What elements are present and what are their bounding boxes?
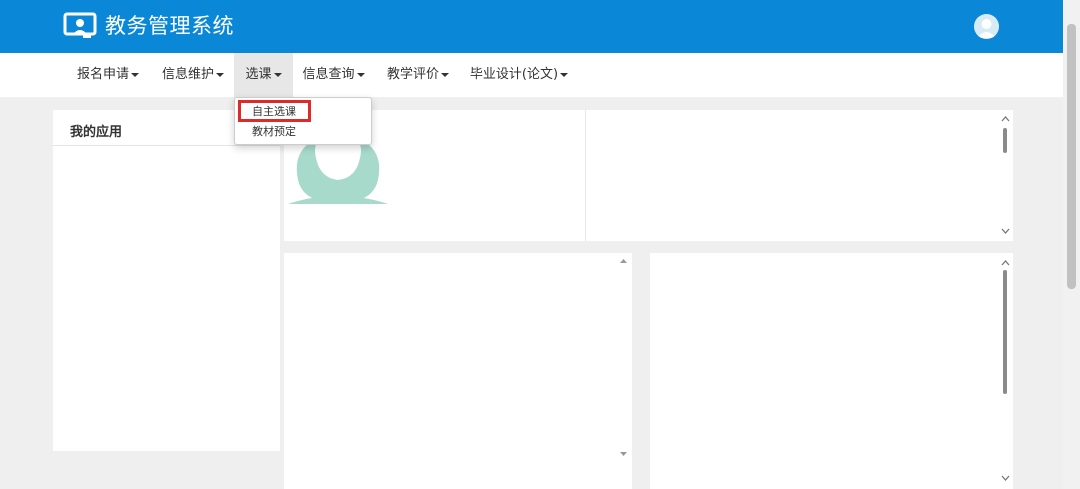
caret-down-icon (131, 72, 139, 77)
content-panel-left (284, 253, 632, 489)
my-apps-panel: 我的应用 (53, 110, 280, 451)
nav-item-registration[interactable]: 报名申请 (64, 53, 152, 97)
my-apps-title: 我的应用 (70, 125, 123, 140)
main-navbar: 报名申请 信息维护 选课 信息查询 教学评价 毕业设计(论文) (0, 53, 1063, 97)
panel-vertical-divider (585, 110, 586, 241)
page-scroll-thumb[interactable] (1067, 24, 1076, 289)
app-header: 教务管理系统 (0, 0, 1063, 53)
scroll-down-icon[interactable] (619, 451, 628, 458)
scroll-up-icon[interactable] (1001, 115, 1010, 122)
user-silhouette-icon (288, 144, 388, 204)
dropdown-item-self-select-course[interactable]: 自主选课 (252, 104, 296, 119)
nav-item-course-selection[interactable]: 选课 (234, 53, 293, 97)
nav-item-info-query[interactable]: 信息查询 (293, 53, 374, 97)
scroll-up-icon[interactable] (619, 257, 628, 264)
nav-item-graduation-design[interactable]: 毕业设计(论文) (462, 53, 576, 97)
scroll-up-icon[interactable] (1001, 259, 1010, 266)
scroll-down-icon[interactable] (1001, 475, 1010, 482)
caret-down-icon (560, 72, 569, 77)
scroll-thumb[interactable] (1003, 128, 1007, 153)
scroll-down-icon[interactable] (1001, 228, 1010, 235)
profile-panel (284, 110, 1013, 241)
profile-scrollbar[interactable] (997, 110, 1013, 241)
content-scrollbar[interactable] (616, 253, 632, 489)
caret-down-icon (441, 72, 449, 77)
course-selection-dropdown: 自主选课 教材预定 (234, 97, 372, 145)
app-title: 教务管理系统 (105, 14, 234, 38)
caret-down-icon (216, 72, 224, 77)
nav-item-info-maintenance[interactable]: 信息维护 (152, 53, 234, 97)
content-panel-right (650, 253, 1013, 489)
user-avatar-icon[interactable] (974, 14, 999, 39)
nav-item-teaching-evaluation[interactable]: 教学评价 (377, 53, 459, 97)
caret-down-icon (356, 72, 365, 77)
dropdown-item-textbook-booking[interactable]: 教材预定 (252, 124, 296, 139)
caret-down-icon (273, 72, 282, 77)
page-scrollbar[interactable] (1063, 0, 1080, 489)
scroll-thumb[interactable] (1003, 270, 1007, 394)
monitor-person-icon (63, 12, 97, 38)
content-scrollbar[interactable] (997, 253, 1013, 489)
panel-divider (53, 145, 280, 146)
